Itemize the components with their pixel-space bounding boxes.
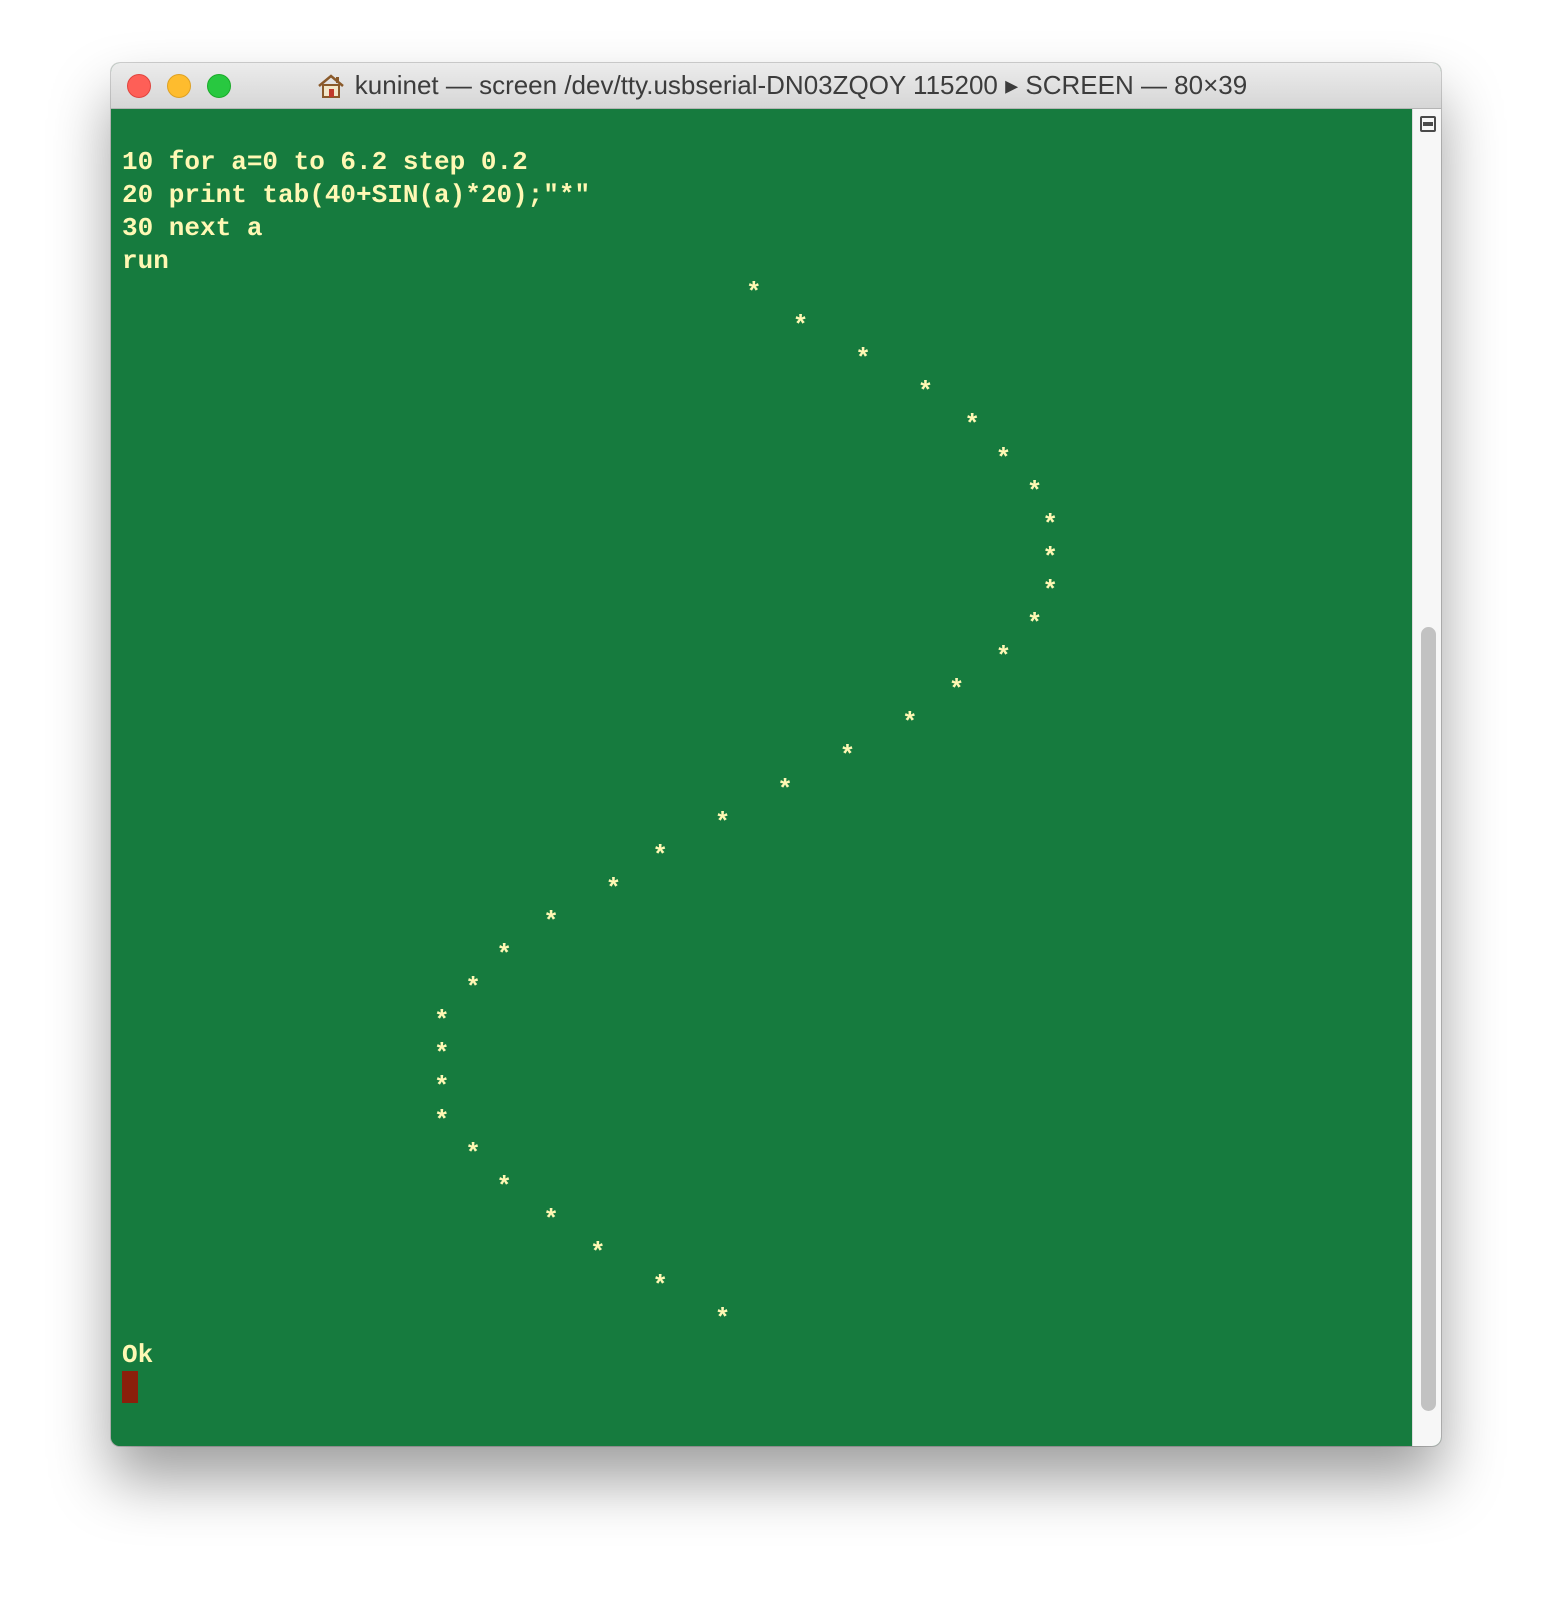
- sine-output-star: *: [714, 807, 731, 838]
- title-bar[interactable]: kuninet — screen /dev/tty.usbserial-DN03…: [111, 63, 1441, 109]
- program-line: 20 print tab(40+SIN(a)*20);"*": [122, 180, 591, 210]
- ok-prompt: Ok: [122, 1340, 154, 1370]
- sine-output-star: *: [777, 774, 793, 805]
- run-command: run: [122, 246, 169, 276]
- sine-output-star: *: [496, 940, 512, 970]
- sine-output-star: *: [465, 973, 481, 1004]
- sine-output-star: *: [1042, 575, 1058, 606]
- sine-output-star: *: [543, 1204, 559, 1235]
- sine-output-star: *: [652, 1271, 668, 1301]
- sine-output-star: *: [543, 906, 559, 937]
- sine-output-star: *: [917, 377, 934, 408]
- sine-output-star: *: [839, 741, 856, 772]
- terminal-window: kuninet — screen /dev/tty.usbserial-DN03…: [111, 63, 1441, 1446]
- sine-output-star: *: [855, 344, 871, 375]
- sine-output-star: *: [792, 311, 809, 342]
- terminal-screen[interactable]: 10 for a=0 to 6.2 step 0.2 20 print tab(…: [111, 109, 1412, 1446]
- split-pane-icon[interactable]: [1420, 116, 1436, 132]
- vertical-scrollbar[interactable]: [1412, 109, 1441, 1446]
- sine-output-star: *: [746, 278, 762, 308]
- sine-output-star: *: [605, 873, 622, 904]
- sine-output-star: *: [902, 708, 918, 739]
- sine-output-star: *: [1026, 476, 1043, 507]
- sine-output-star: *: [1042, 509, 1058, 540]
- sine-output-star: *: [1042, 542, 1058, 573]
- sine-output-star: *: [496, 1171, 512, 1202]
- sine-output-star: *: [434, 1072, 450, 1103]
- sine-output-star: *: [590, 1237, 606, 1268]
- scrollbar-thumb[interactable]: [1421, 627, 1436, 1411]
- text-cursor: [122, 1371, 138, 1403]
- home-icon: [317, 73, 344, 98]
- program-line: 30 next a: [122, 213, 263, 243]
- sine-output-star: *: [652, 840, 668, 871]
- sine-output-star: *: [995, 443, 1012, 474]
- sine-output-star: *: [964, 410, 980, 441]
- sine-output-star: *: [995, 642, 1012, 673]
- sine-output-star: *: [1026, 609, 1043, 639]
- sine-output-star: *: [434, 1105, 450, 1136]
- window-title-wrap: kuninet — screen /dev/tty.usbserial-DN03…: [111, 63, 1441, 108]
- sine-output-star: *: [434, 1006, 450, 1037]
- sine-output-star: *: [465, 1138, 481, 1169]
- window-title: kuninet — screen /dev/tty.usbserial-DN03…: [354, 70, 1248, 100]
- sine-output-star: *: [434, 1039, 450, 1070]
- program-line: 10 for a=0 to 6.2 step 0.2: [122, 147, 528, 177]
- sine-output-star: *: [714, 1304, 731, 1335]
- sine-output-star: *: [948, 675, 965, 706]
